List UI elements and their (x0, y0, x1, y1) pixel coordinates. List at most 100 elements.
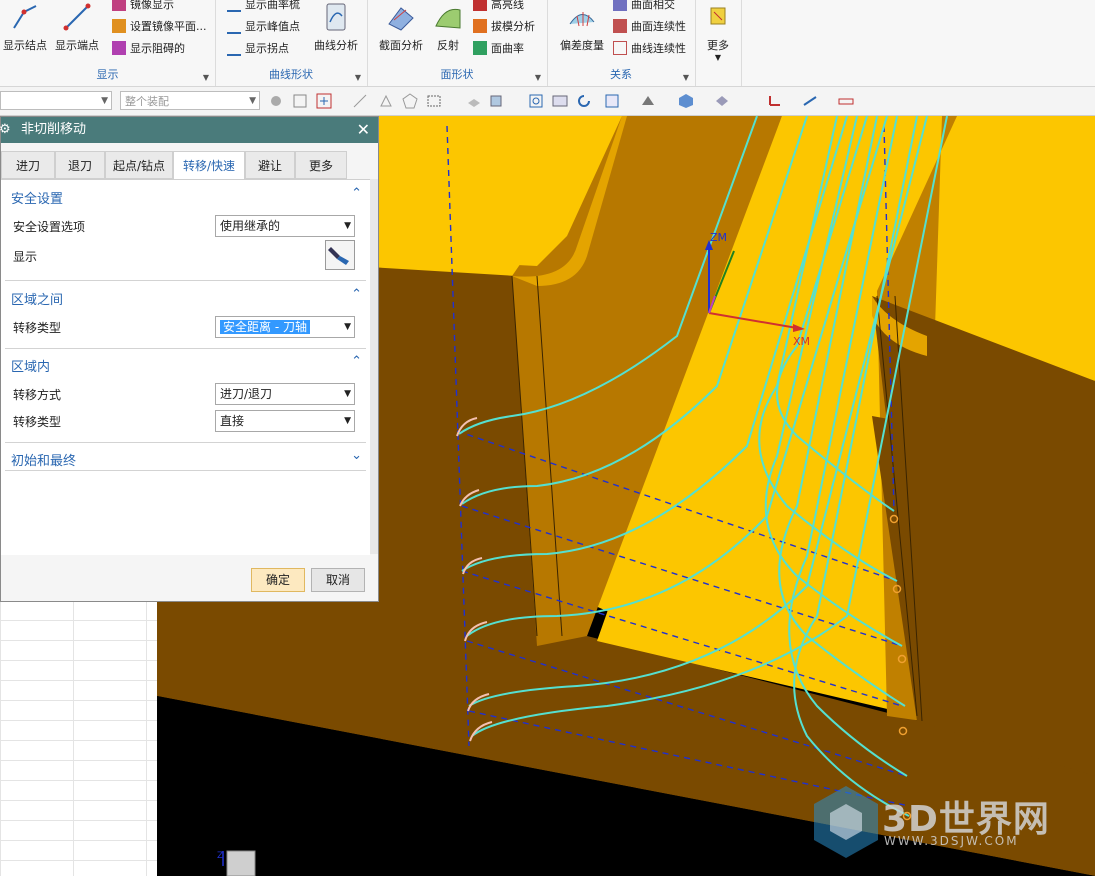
chevron-up-icon[interactable]: ⌃ (351, 287, 362, 302)
view-triad-icon (222, 850, 256, 876)
section-within-region-title[interactable]: 区域内 (11, 356, 50, 375)
tab-start-drill-points[interactable]: 起点/钻点 (105, 151, 173, 179)
face-curvature-icon (473, 41, 487, 55)
group-expand-icon[interactable]: ▼ (203, 73, 209, 82)
render-style-icon[interactable] (640, 93, 656, 109)
within-transfer-method-label: 转移方式 (13, 388, 62, 402)
set-mirror-plane-button[interactable]: 设置镜像平面... (112, 18, 207, 34)
tab-retract[interactable]: 退刀 (55, 151, 105, 179)
show-curvature-comb-button[interactable]: 显示曲率梳 (227, 0, 300, 12)
safety-option-select[interactable]: 使用继承的 ▼ (215, 215, 355, 237)
between-transfer-type-value: 安全距离 - 刀轴 (220, 320, 310, 334)
tab-engage[interactable]: 进刀 (1, 151, 55, 179)
chevron-down-icon[interactable]: ⌄ (351, 448, 362, 463)
section-divider (5, 280, 366, 281)
group-expand-icon[interactable]: ▼ (535, 73, 541, 82)
dialog-scrollbar[interactable] (370, 179, 378, 554)
face-rule-icon[interactable] (378, 93, 394, 109)
curve-continuity-label: 曲线连续性 (631, 42, 686, 55)
axis-label-xm: XM (793, 335, 810, 348)
face-curvature-button[interactable]: 面曲率 (473, 40, 524, 56)
peak-points-icon (227, 18, 241, 34)
more-dropdown-icon[interactable]: ▼ (701, 53, 735, 62)
rotate-icon[interactable] (576, 93, 592, 109)
chevron-up-icon[interactable]: ⌃ (351, 186, 362, 201)
ruler-icon[interactable] (838, 93, 854, 109)
section-initial-final-title[interactable]: 初始和最终 (11, 450, 76, 469)
tab-more[interactable]: 更多 (295, 151, 347, 179)
cancel-button[interactable]: 取消 (311, 568, 365, 592)
reflection-button[interactable]: 反射 (429, 2, 467, 53)
show-nodes-button[interactable]: 显示结点 (2, 2, 48, 53)
watermark: 3D世界网 WWW.3DSJW.COM (810, 782, 1090, 862)
chevron-up-icon[interactable]: ⌃ (351, 354, 362, 369)
curve-analysis-button[interactable]: 曲线分析 (311, 2, 361, 53)
highlight-lines-button[interactable]: 高亮线 (473, 0, 524, 12)
within-transfer-type-select[interactable]: 直接 ▼ (215, 410, 355, 432)
curve-continuity-button[interactable]: 曲线连续性 (613, 40, 686, 56)
type-filter-combo[interactable]: ▼ (0, 91, 112, 110)
set-mirror-plane-label: 设置镜像平面... (130, 20, 207, 33)
orient-view-icon[interactable] (604, 93, 620, 109)
endpoints-icon (63, 3, 91, 31)
group-expand-icon[interactable]: ▼ (683, 73, 689, 82)
surface-intersect-button[interactable]: 曲面相交 (613, 0, 675, 12)
show-peak-points-button[interactable]: 显示峰值点 (227, 18, 300, 34)
safety-option-label: 安全设置选项 (13, 220, 86, 234)
show-inflection-button[interactable]: 显示拐点 (227, 40, 289, 56)
deviation-measure-button[interactable]: 偏差度量 (557, 2, 607, 53)
group-label-face-shape: 面形状 (440, 68, 474, 81)
wcs-icon[interactable] (766, 93, 782, 109)
rectangle-select-icon[interactable] (426, 93, 442, 109)
deviation-measure-label: 偏差度量 (560, 39, 604, 52)
assembly-scope-combo[interactable]: 整个装配 ▼ (120, 91, 260, 110)
draft-analysis-icon (473, 19, 487, 33)
reflection-icon (435, 8, 461, 29)
snap-point-icon[interactable] (292, 93, 308, 109)
more-label: 更多 (707, 39, 729, 52)
tab-avoidance[interactable]: 避让 (245, 151, 295, 179)
display-button[interactable] (325, 240, 355, 270)
surface-continuity-button[interactable]: 曲面连续性 (613, 18, 686, 34)
shaded-cube-icon[interactable] (678, 93, 694, 109)
ribbon-group-curve-shape: 显示曲率梳 显示峰值点 显示拐点 曲线分析 曲线形状 ▼ (215, 0, 368, 86)
show-endpoints-button[interactable]: 显示端点 (54, 2, 100, 53)
draft-analysis-button[interactable]: 拔模分析 (473, 18, 535, 34)
show-blocking-button[interactable]: 显示阻碍的 (112, 40, 185, 56)
close-icon[interactable]: ✕ (357, 117, 370, 143)
zoom-icon[interactable] (552, 93, 568, 109)
surface-continuity-label: 曲面连续性 (631, 20, 686, 33)
surface-continuity-icon (613, 19, 627, 33)
between-transfer-type-select[interactable]: 安全距离 - 刀轴 ▼ (215, 316, 355, 338)
curve-analysis-icon (326, 3, 346, 31)
polygon-select-icon[interactable] (402, 93, 418, 109)
navigator-grid (0, 600, 157, 876)
cube-icon[interactable] (488, 93, 504, 109)
show-nodes-label: 显示结点 (3, 39, 47, 52)
section-analysis-button[interactable]: 截面分析 (375, 2, 427, 53)
group-label-relation: 关系 (610, 68, 632, 81)
component-icon[interactable] (268, 93, 284, 109)
between-transfer-type-label: 转移类型 (13, 321, 62, 335)
more-button[interactable]: 更多 ▼ (701, 2, 735, 62)
ok-button[interactable]: 确定 (251, 568, 305, 592)
edit-section-icon[interactable] (714, 93, 730, 109)
within-transfer-method-select[interactable]: 进刀/退刀 ▼ (215, 383, 355, 405)
mirror-display-button[interactable]: 镜像显示 (112, 0, 174, 12)
dialog-tabs: 进刀 退刀 起点/钻点 转移/快速 避让 更多 (1, 151, 380, 181)
point-filter-icon[interactable] (316, 93, 332, 109)
chevron-down-icon: ▼ (344, 322, 351, 332)
dialog-titlebar[interactable]: ⚙ 非切削移动 ✕ (0, 117, 378, 143)
measure-icon[interactable] (802, 93, 818, 109)
solid-select-icon[interactable] (466, 93, 482, 109)
fit-view-icon[interactable] (528, 93, 544, 109)
curve-rule-icon[interactable] (352, 93, 368, 109)
tab-transfer-rapid[interactable]: 转移/快速 (173, 151, 245, 181)
flashlight-icon (328, 247, 349, 265)
section-between-regions-title[interactable]: 区域之间 (11, 289, 63, 308)
chevron-down-icon: ▼ (101, 96, 108, 106)
group-expand-icon[interactable]: ▼ (355, 73, 361, 82)
section-safety-title[interactable]: 安全设置 (11, 188, 63, 207)
assembly-scope-value: 整个装配 (125, 95, 169, 108)
chevron-down-icon: ▼ (344, 221, 351, 231)
